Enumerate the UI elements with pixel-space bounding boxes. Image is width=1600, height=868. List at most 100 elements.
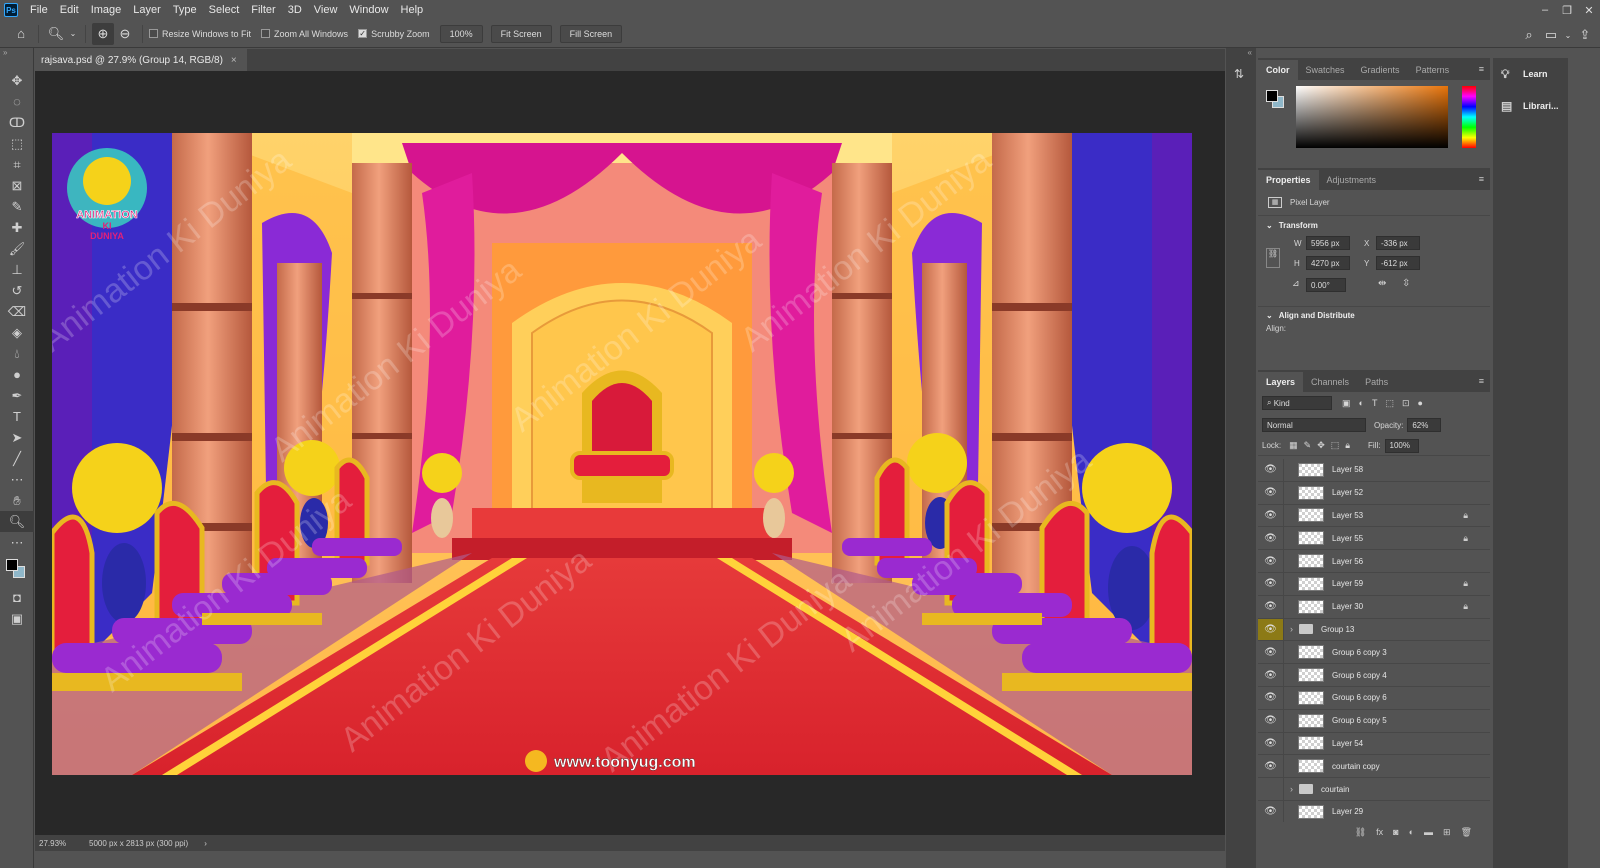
chevron-down-icon[interactable]: ⌄ <box>67 23 79 45</box>
new-layer-icon[interactable]: ⊞ <box>1443 827 1451 838</box>
collapse-icon[interactable]: » <box>0 48 33 57</box>
tab-gradients[interactable]: Gradients <box>1353 60 1408 80</box>
layer-name[interactable]: Group 6 copy 3 <box>1332 648 1387 657</box>
filter-toggle-icon[interactable]: ● <box>1418 398 1423 408</box>
visibility-off-icon[interactable] <box>1258 778 1284 800</box>
layer-name[interactable]: Group 6 copy 4 <box>1332 671 1387 680</box>
scrubby-zoom-checkbox[interactable]: ✓ Scrubby Zoom <box>358 29 430 39</box>
screen-mode-icon[interactable]: ▣ <box>0 608 34 629</box>
layer-row[interactable]: 👁︎ Layer 29 <box>1258 800 1490 822</box>
adjustment-layer-icon[interactable]: ◐ <box>1409 827 1414 837</box>
document-tab[interactable]: rajsava.psd @ 27.9% (Group 14, RGB/8) × <box>35 49 247 71</box>
layer-row[interactable]: › courtain <box>1258 778 1490 801</box>
eye-icon[interactable]: 👁︎ <box>1258 459 1284 481</box>
menu-image[interactable]: Image <box>85 0 128 20</box>
marquee-tool-icon[interactable]: ◌ <box>0 91 34 112</box>
zoom-level[interactable]: 27.93% <box>35 839 89 848</box>
filter-adjustment-icon[interactable]: ◐ <box>1359 398 1364 408</box>
height-field[interactable]: 4270 px <box>1306 256 1350 270</box>
home-icon[interactable]: ⌂ <box>10 23 32 45</box>
lock-transparent-icon[interactable]: ▦ <box>1289 440 1298 451</box>
menu-window[interactable]: Window <box>343 0 394 20</box>
tab-adjustments[interactable]: Adjustments <box>1319 170 1385 190</box>
lock-image-icon[interactable]: ✎ <box>1304 440 1312 451</box>
layer-row[interactable]: 👁︎ Group 6 copy 6 <box>1258 686 1490 710</box>
lasso-tool-icon[interactable]: ↀ <box>0 112 34 133</box>
dodge-tool-icon[interactable]: ● <box>0 364 34 385</box>
menu-3d[interactable]: 3D <box>282 0 308 20</box>
minimize-icon[interactable]: – <box>1534 0 1556 20</box>
share-icon[interactable]: ⇪ <box>1574 24 1596 46</box>
history-panel-icon[interactable]: ⇅ <box>1234 67 1256 81</box>
learn-panel-button[interactable]: 💡︎ Learn <box>1493 58 1568 90</box>
move-tool-icon[interactable]: ✥ <box>0 70 34 91</box>
tab-layers[interactable]: Layers <box>1258 372 1304 392</box>
layer-row[interactable]: 👁︎ Layer 55 🔒︎ <box>1258 527 1490 551</box>
panel-menu-icon[interactable]: ≡ <box>1479 64 1484 74</box>
brush-tool-icon[interactable]: 🖌︎ <box>0 238 34 259</box>
paint-bucket-tool-icon[interactable]: ◈ <box>0 322 34 343</box>
layer-row[interactable]: 👁︎ courtain copy <box>1258 755 1490 779</box>
eye-icon[interactable]: 👁︎ <box>1258 481 1284 504</box>
layer-row[interactable]: 👁︎ Layer 52 <box>1258 481 1490 505</box>
tab-swatches[interactable]: Swatches <box>1298 60 1353 80</box>
layer-name[interactable]: courtain <box>1321 785 1349 794</box>
eye-icon[interactable]: 👁︎ <box>1258 664 1284 686</box>
crop-tool-icon[interactable]: ⌗ <box>0 154 34 175</box>
search-icon[interactable]: ⌕ <box>1518 24 1540 46</box>
layer-name[interactable]: Group 13 <box>1321 625 1354 634</box>
layer-name[interactable]: Layer 58 <box>1332 465 1363 474</box>
eyedropper-tool-icon[interactable]: ✎ <box>0 196 34 217</box>
tab-color[interactable]: Color <box>1258 60 1298 80</box>
blur-tool-icon[interactable]: 💧︎ <box>0 343 34 364</box>
filter-type-icon[interactable]: T <box>1372 398 1378 408</box>
trash-icon[interactable]: 🗑︎ <box>1461 827 1472 838</box>
checkbox-checked-icon[interactable]: ✓ <box>358 29 368 38</box>
layer-row[interactable]: 👁︎ Layer 56 <box>1258 550 1490 573</box>
restore-icon[interactable]: ❐ <box>1556 0 1578 20</box>
layer-name[interactable]: Group 6 copy 5 <box>1332 716 1387 725</box>
foreground-color-swatch[interactable] <box>1266 90 1278 102</box>
layer-row[interactable]: 👁︎ › Group 13 <box>1258 618 1490 642</box>
eye-icon[interactable]: 👁︎ <box>1258 504 1284 527</box>
width-field[interactable]: 5956 px <box>1306 236 1350 250</box>
layer-name[interactable]: Layer 56 <box>1332 557 1363 566</box>
zoom-all-windows-checkbox[interactable]: Zoom All Windows <box>261 29 348 39</box>
chevron-right-icon[interactable]: › <box>204 839 207 848</box>
eye-icon[interactable]: 👁︎ <box>1258 595 1284 618</box>
eye-icon[interactable]: 👁︎ <box>1258 686 1284 709</box>
pen-tool-icon[interactable]: ✒ <box>0 385 34 406</box>
menu-file[interactable]: File <box>24 0 54 20</box>
layer-row[interactable]: 👁︎ Layer 59 🔒︎ <box>1258 572 1490 596</box>
eye-icon[interactable]: 👁︎ <box>1258 800 1284 822</box>
hand-tool-icon[interactable]: ✋︎ <box>0 490 34 511</box>
layer-row[interactable]: 👁︎ Layer 30 🔒︎ <box>1258 595 1490 619</box>
tab-properties[interactable]: Properties <box>1258 170 1319 190</box>
eye-icon[interactable]: 👁︎ <box>1258 550 1284 572</box>
chevron-down-icon[interactable]: ⌄ <box>1266 221 1273 230</box>
add-mask-icon[interactable]: ◙ <box>1393 827 1398 837</box>
opacity-field[interactable]: 62% <box>1407 418 1442 432</box>
quick-mask-icon[interactable]: ◘ <box>0 587 34 608</box>
eye-icon[interactable]: 👁︎ <box>1258 755 1284 778</box>
clone-stamp-tool-icon[interactable]: ⊥ <box>0 259 34 280</box>
zoom-in-icon[interactable]: ⊕ <box>92 22 114 45</box>
eye-icon[interactable]: 👁︎ <box>1258 732 1284 755</box>
tab-patterns[interactable]: Patterns <box>1408 60 1458 80</box>
line-tool-icon[interactable]: ╱ <box>0 448 34 469</box>
layer-row[interactable]: 👁︎ Layer 54 <box>1258 732 1490 756</box>
path-selection-tool-icon[interactable]: ➤ <box>0 427 34 448</box>
checkbox-icon[interactable] <box>261 29 271 38</box>
history-brush-tool-icon[interactable]: ↺ <box>0 280 34 301</box>
lock-all-icon[interactable]: 🔒︎ <box>1345 440 1350 451</box>
new-group-icon[interactable]: ▬ <box>1424 827 1433 837</box>
eye-icon[interactable]: 👁︎ <box>1258 709 1284 732</box>
color-field[interactable] <box>1296 86 1448 148</box>
fx-icon[interactable]: fx <box>1376 827 1383 837</box>
zoom-out-icon[interactable]: ⊖ <box>114 23 136 45</box>
zoom-100-button[interactable]: 100% <box>439 24 483 43</box>
type-tool-icon[interactable]: T <box>0 406 34 427</box>
link-layers-icon[interactable]: ⛓ <box>1355 827 1366 838</box>
layer-name[interactable]: Layer 59 <box>1332 579 1363 588</box>
zoom-tool-icon[interactable]: 🔍︎ <box>0 511 34 532</box>
